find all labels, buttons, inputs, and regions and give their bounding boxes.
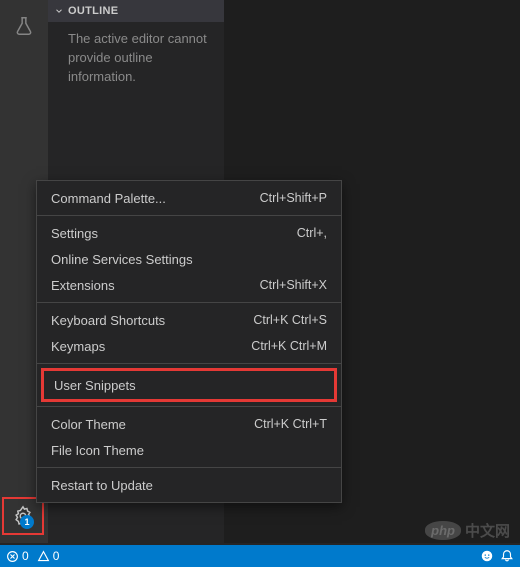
status-right — [480, 549, 514, 563]
watermark: php 中文网 — [425, 520, 510, 541]
menu-item-label: User Snippets — [54, 378, 136, 393]
menu-item-label: Keyboard Shortcuts — [51, 313, 165, 328]
status-bar: 0 0 — [0, 545, 520, 567]
menu-item-shortcut: Ctrl+Shift+X — [260, 278, 327, 292]
status-warnings-count: 0 — [53, 549, 60, 563]
watermark-logo: php — [425, 521, 461, 540]
menu-item-label: Color Theme — [51, 417, 126, 432]
menu-item-keyboard-shortcuts[interactable]: Keyboard Shortcuts Ctrl+K Ctrl+S — [37, 307, 341, 333]
error-icon — [6, 550, 19, 563]
menu-item-label: Command Palette... — [51, 191, 166, 206]
manage-context-menu: Command Palette... Ctrl+Shift+P Settings Ct… — [36, 180, 342, 503]
menu-item-shortcut: Ctrl+Shift+P — [260, 191, 327, 205]
status-warnings[interactable]: 0 — [37, 549, 60, 563]
menu-item-shortcut: Ctrl+K Ctrl+T — [254, 417, 327, 431]
outline-title: OUTLINE — [68, 5, 118, 17]
beaker-icon[interactable] — [0, 6, 48, 46]
menu-item-command-palette[interactable]: Command Palette... Ctrl+Shift+P — [37, 185, 341, 211]
menu-item-user-snippets[interactable]: User Snippets — [41, 368, 337, 402]
menu-item-extensions[interactable]: Extensions Ctrl+Shift+X — [37, 272, 341, 298]
warning-icon — [37, 550, 50, 563]
menu-separator — [37, 363, 341, 364]
menu-separator — [37, 215, 341, 216]
feedback-icon[interactable] — [480, 549, 494, 563]
bell-icon[interactable] — [500, 549, 514, 563]
menu-item-settings[interactable]: Settings Ctrl+, — [37, 220, 341, 246]
menu-item-keymaps[interactable]: Keymaps Ctrl+K Ctrl+M — [37, 333, 341, 359]
menu-item-online-services-settings[interactable]: Online Services Settings — [37, 246, 341, 272]
menu-item-label: Extensions — [51, 278, 115, 293]
menu-item-restart-to-update[interactable]: Restart to Update — [37, 472, 341, 498]
outline-empty-message: The active editor cannot provide outline… — [48, 22, 224, 95]
menu-item-label: Keymaps — [51, 339, 105, 354]
menu-separator — [37, 302, 341, 303]
menu-item-label: Online Services Settings — [51, 252, 193, 267]
watermark-text: 中文网 — [465, 520, 510, 541]
menu-separator — [37, 467, 341, 468]
menu-item-color-theme[interactable]: Color Theme Ctrl+K Ctrl+T — [37, 411, 341, 437]
menu-separator — [37, 406, 341, 407]
status-errors[interactable]: 0 — [6, 549, 29, 563]
menu-item-shortcut: Ctrl+K Ctrl+S — [253, 313, 327, 327]
gear-badge: 1 — [20, 515, 34, 529]
chevron-down-icon — [54, 6, 64, 16]
outline-section-header[interactable]: OUTLINE — [48, 0, 224, 22]
menu-item-label: Settings — [51, 226, 98, 241]
menu-item-file-icon-theme[interactable]: File Icon Theme — [37, 437, 341, 463]
menu-item-shortcut: Ctrl+, — [297, 226, 327, 240]
status-errors-count: 0 — [22, 549, 29, 563]
menu-item-label: File Icon Theme — [51, 443, 144, 458]
menu-item-shortcut: Ctrl+K Ctrl+M — [251, 339, 327, 353]
menu-item-label: Restart to Update — [51, 478, 153, 493]
